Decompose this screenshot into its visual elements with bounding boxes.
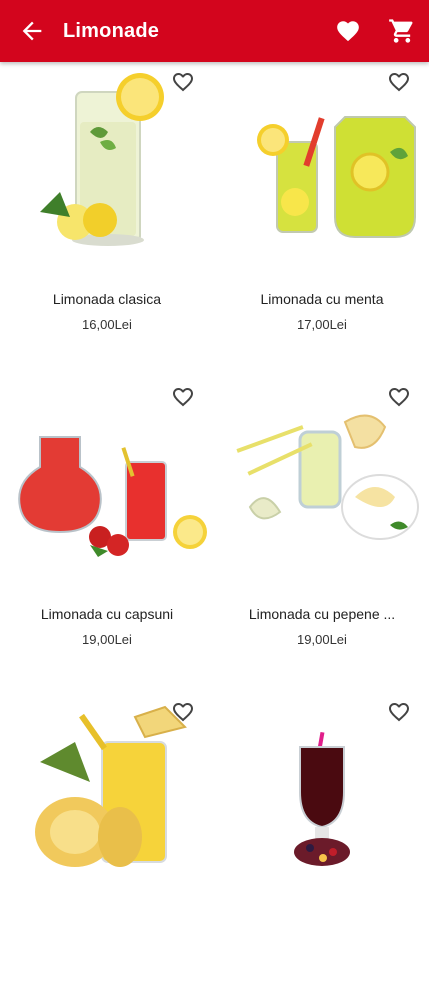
product-image (236, 414, 419, 540)
arrow-left-icon[interactable] (18, 17, 46, 45)
product-card[interactable] (215, 692, 429, 1007)
product-card[interactable]: Limonada clasica 16,00Lei (0, 62, 214, 377)
product-card[interactable] (0, 692, 214, 1007)
favorite-heart-outline-icon[interactable] (170, 385, 196, 409)
product-name: Limonada clasica (52, 291, 162, 307)
product-card[interactable]: Limonada cu pepene ... 19,00Lei (215, 377, 429, 692)
favorite-heart-outline-icon[interactable] (170, 700, 196, 724)
heart-icon[interactable] (335, 18, 361, 44)
product-card[interactable]: Limonada cu menta 17,00Lei (215, 62, 429, 377)
favorite-heart-outline-icon[interactable] (170, 70, 196, 94)
product-name: Limonada cu capsuni (40, 606, 174, 622)
product-name: Limonada cu menta (260, 291, 384, 307)
product-image (18, 436, 207, 557)
product-image (40, 73, 164, 246)
favorite-heart-outline-icon[interactable] (386, 70, 412, 94)
favorite-heart-outline-icon[interactable] (386, 385, 412, 409)
product-price: 17,00Lei (297, 317, 347, 332)
product-card[interactable]: Limonada cu capsuni 19,00Lei (0, 377, 214, 692)
shopping-cart-icon[interactable] (388, 17, 416, 45)
product-price: 16,00Lei (82, 317, 132, 332)
page-title: Limonade (63, 20, 160, 42)
favorite-heart-outline-icon[interactable] (386, 700, 412, 724)
product-image (294, 731, 350, 866)
product-price: 19,00Lei (297, 632, 347, 647)
app-bar: Limonade (0, 0, 429, 62)
product-image (35, 705, 187, 867)
product-price: 19,00Lei (82, 632, 132, 647)
product-image (257, 116, 416, 238)
product-name: Limonada cu pepene ... (248, 606, 396, 622)
